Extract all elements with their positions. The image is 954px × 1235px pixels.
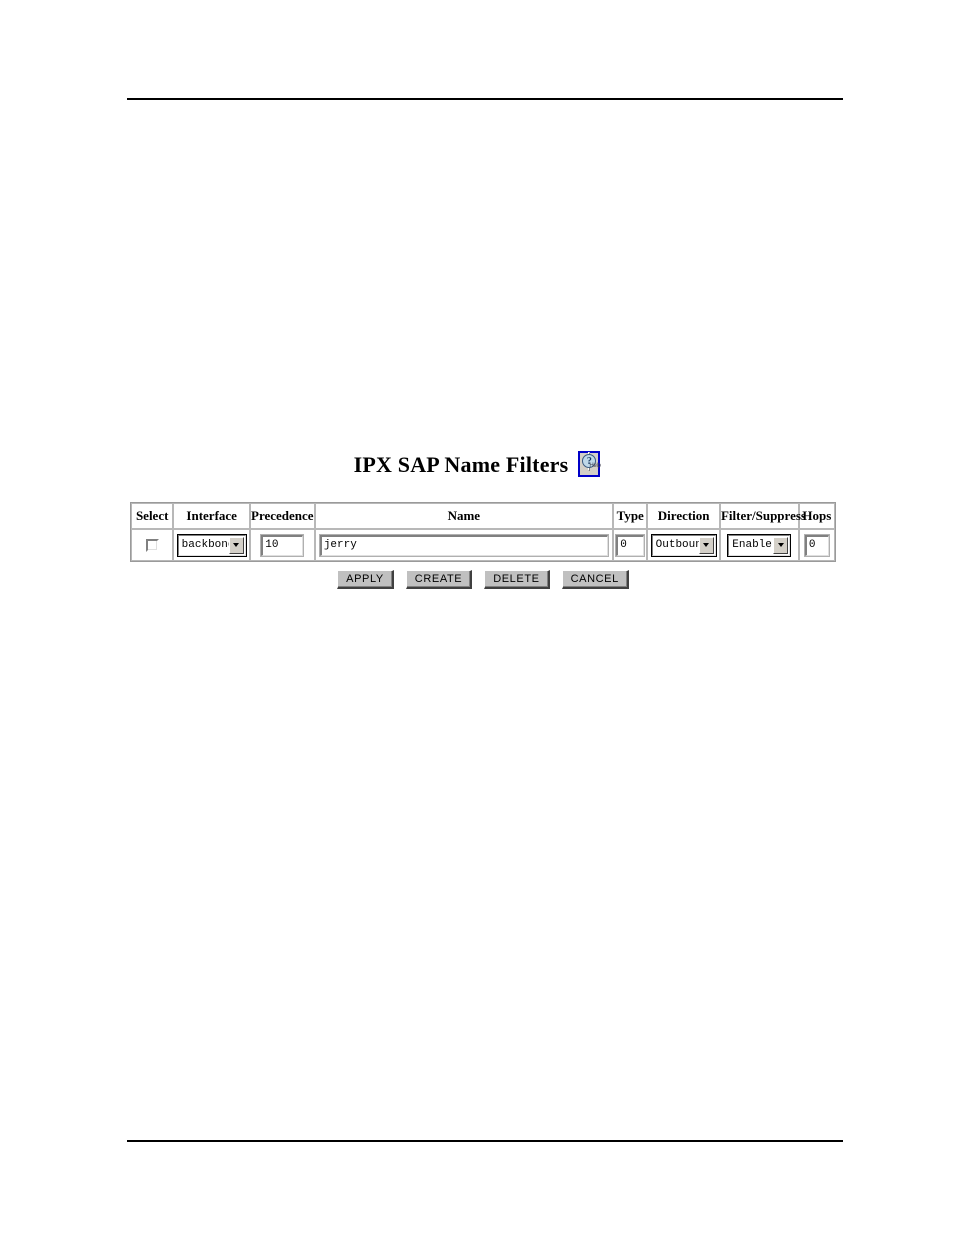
- help-button[interactable]: ?Help: [578, 451, 601, 477]
- column-header-hops: Hops: [798, 503, 835, 529]
- page-header-rule: [127, 98, 843, 100]
- ipx-sap-name-filters-table: Select Interface Precedence Name Type Di…: [130, 502, 836, 562]
- cell-interface: backbone: [173, 529, 250, 561]
- filter-suppress-select[interactable]: Enable: [727, 533, 792, 557]
- page-title-block: IPX SAP Name Filters ?Help: [0, 451, 954, 478]
- page-title: IPX SAP Name Filters: [353, 452, 569, 477]
- select-checkbox[interactable]: [145, 538, 159, 552]
- table-row: backbone 10 jerry 0 Outbound Enable 0: [131, 529, 835, 561]
- cancel-button[interactable]: CANCEL: [561, 570, 629, 589]
- name-input[interactable]: jerry: [318, 533, 609, 557]
- cell-direction: Outbound: [647, 529, 720, 561]
- column-header-direction: Direction: [647, 503, 720, 529]
- chevron-down-icon[interactable]: [228, 536, 244, 554]
- help-button-face: ?Help: [582, 452, 601, 471]
- precedence-input[interactable]: 10: [260, 533, 305, 557]
- cell-name: jerry: [314, 529, 614, 561]
- apply-button[interactable]: APPLY: [337, 570, 394, 589]
- create-button[interactable]: CREATE: [405, 570, 473, 589]
- interface-select[interactable]: backbone: [176, 533, 247, 557]
- action-button-bar: APPLY CREATE DELETE CANCEL: [130, 570, 836, 589]
- column-header-name: Name: [314, 503, 614, 529]
- column-header-type: Type: [613, 503, 648, 529]
- cell-hops: 0: [798, 529, 835, 561]
- column-header-select: Select: [131, 503, 174, 529]
- column-header-filter-suppress: Filter/Suppress: [719, 503, 806, 529]
- direction-select[interactable]: Outbound: [650, 533, 717, 557]
- column-header-precedence: Precedence: [250, 503, 315, 529]
- delete-button[interactable]: DELETE: [484, 570, 550, 589]
- chevron-down-icon[interactable]: [698, 536, 714, 554]
- cell-type: 0: [613, 529, 648, 561]
- cell-select: [131, 529, 174, 561]
- cell-filter-suppress: Enable: [719, 529, 799, 561]
- chevron-down-icon[interactable]: [773, 536, 789, 554]
- column-header-interface: Interface: [173, 503, 250, 529]
- table-header-row: Select Interface Precedence Name Type Di…: [131, 503, 835, 529]
- type-input[interactable]: 0: [615, 533, 646, 557]
- hops-input[interactable]: 0: [803, 533, 830, 557]
- cell-precedence: 10: [250, 529, 315, 561]
- page-footer-rule: [127, 1140, 843, 1142]
